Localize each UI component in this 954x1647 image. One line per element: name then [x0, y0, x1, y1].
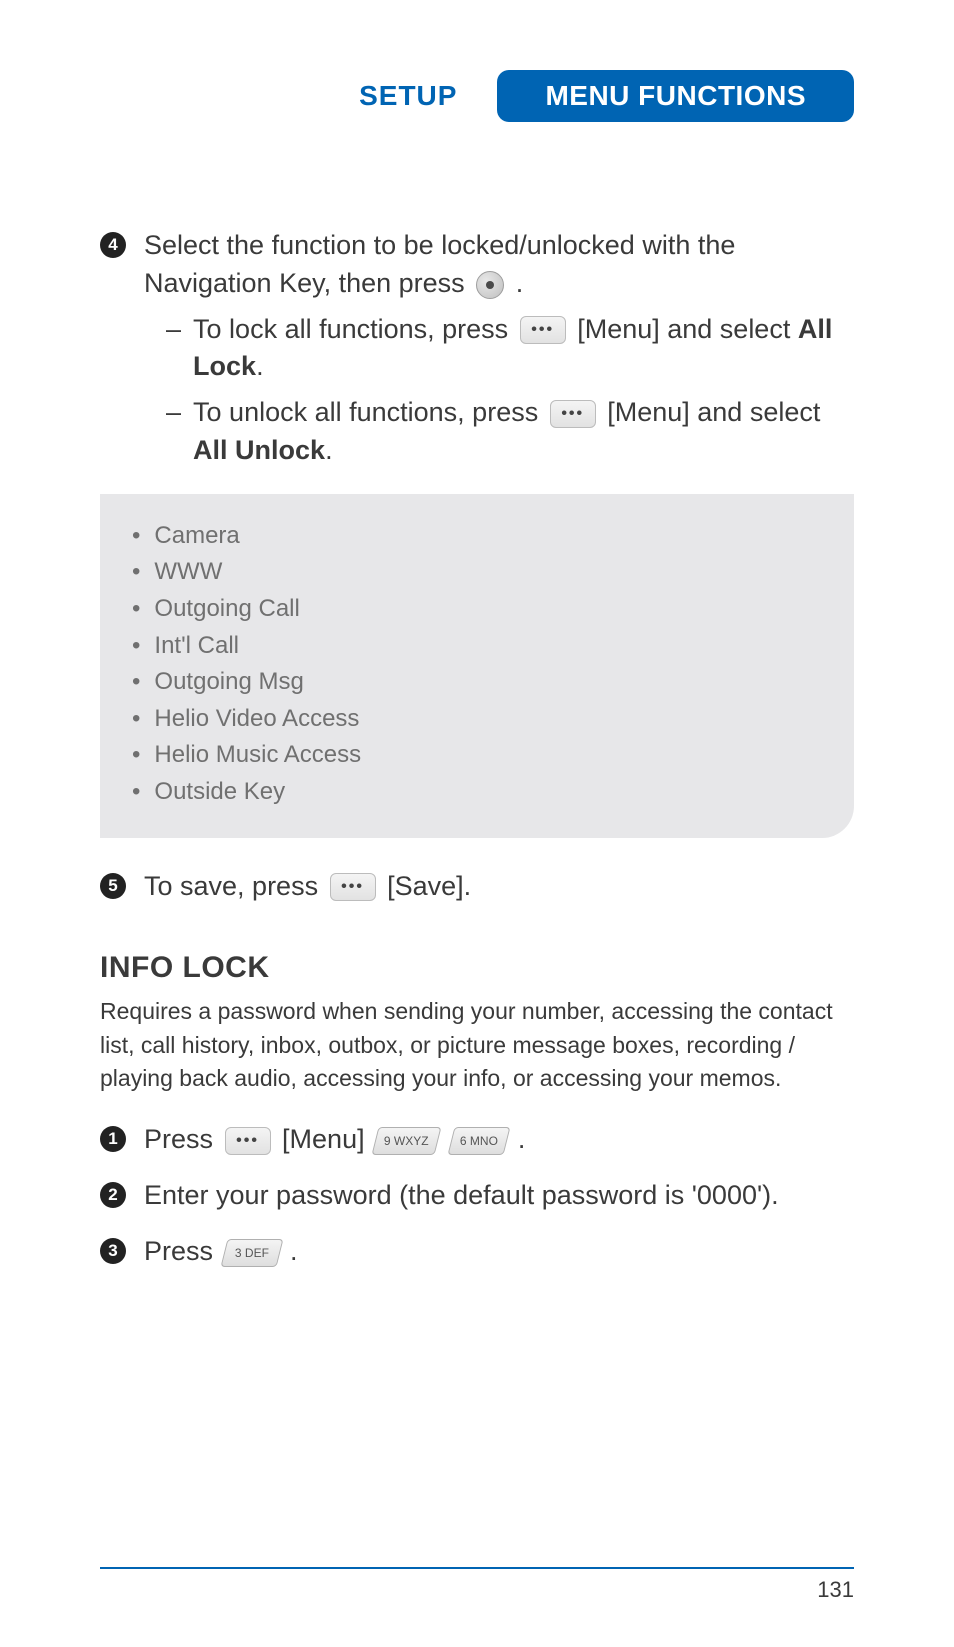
step-5: 5 To save, press ••• [Save]. — [100, 868, 854, 906]
footer-rule — [100, 1567, 854, 1569]
sub1-text-b: [Menu] and select — [577, 314, 798, 344]
sub2-text-c: . — [325, 435, 333, 465]
sub-item-lock-all: – To lock all functions, press ••• [Menu… — [144, 311, 854, 387]
function-item: WWW — [132, 555, 822, 589]
step-4-body: Select the function to be locked/unlocke… — [144, 227, 854, 470]
sub2-text-a: To unlock all functions, press — [193, 397, 546, 427]
key-9-icon: 9 WXYZ — [372, 1127, 442, 1155]
info-step-2-body: Enter your password (the default passwor… — [144, 1177, 779, 1215]
function-item: Camera — [132, 519, 822, 553]
sub-item-unlock-all: – To unlock all functions, press ••• [Me… — [144, 394, 854, 470]
s1-text-c: . — [518, 1124, 526, 1154]
functions-list-box: Camera WWW Outgoing Call Int'l Call Outg… — [100, 494, 854, 838]
menu-key-icon: ••• — [520, 316, 566, 344]
sub1-text-c: . — [256, 351, 264, 381]
step-4-sublist: – To lock all functions, press ••• [Menu… — [144, 311, 854, 470]
sub1-text-a: To lock all functions, press — [193, 314, 516, 344]
s3-text-b: . — [290, 1236, 298, 1266]
step-number-badge-2: 2 — [100, 1182, 126, 1208]
dash-icon: – — [166, 394, 181, 470]
step-number-badge-1: 1 — [100, 1126, 126, 1152]
page-content: 4 Select the function to be locked/unloc… — [100, 227, 854, 1271]
step-4-text-b: . — [516, 268, 524, 298]
menu-functions-pill: MENU FUNCTIONS — [497, 70, 854, 122]
info-step-2: 2 Enter your password (the default passw… — [100, 1177, 854, 1215]
info-lock-description: Requires a password when sending your nu… — [100, 995, 854, 1095]
s1-text-b: [Menu] — [282, 1124, 372, 1154]
info-step-3-body: Press 3 DEF . — [144, 1233, 298, 1271]
function-item: Outside Key — [132, 775, 822, 809]
step-5-body: To save, press ••• [Save]. — [144, 868, 471, 906]
key-6-icon: 6 MNO — [448, 1127, 511, 1155]
function-item: Outgoing Call — [132, 592, 822, 626]
step-number-badge-3: 3 — [100, 1238, 126, 1264]
key-3-icon: 3 DEF — [220, 1239, 283, 1267]
page-number: 131 — [817, 1577, 854, 1603]
save-key-icon: ••• — [330, 873, 376, 901]
menu-key-icon: ••• — [550, 400, 596, 428]
function-item: Outgoing Msg — [132, 665, 822, 699]
all-unlock-label: All Unlock — [193, 435, 325, 465]
page-header: SETUP MENU FUNCTIONS — [100, 70, 854, 122]
step-number-badge-5: 5 — [100, 873, 126, 899]
s1-text-a: Press — [144, 1124, 221, 1154]
dash-icon: – — [166, 311, 181, 387]
setup-label: SETUP — [359, 80, 457, 112]
menu-key-icon: ••• — [225, 1127, 271, 1155]
info-step-1: 1 Press ••• [Menu] 9 WXYZ 6 MNO . — [100, 1121, 854, 1159]
info-lock-heading: INFO LOCK — [100, 947, 854, 989]
step-number-badge-4: 4 — [100, 232, 126, 258]
function-item: Int'l Call — [132, 629, 822, 663]
info-step-3: 3 Press 3 DEF . — [100, 1233, 854, 1271]
step-4-text-a: Select the function to be locked/unlocke… — [144, 230, 735, 298]
step-5-text-b: [Save]. — [387, 871, 471, 901]
step-5-text-a: To save, press — [144, 871, 326, 901]
step-4: 4 Select the function to be locked/unloc… — [100, 227, 854, 470]
function-item: Helio Music Access — [132, 738, 822, 772]
s3-text-a: Press — [144, 1236, 221, 1266]
sub2-text-b: [Menu] and select — [607, 397, 820, 427]
info-step-1-body: Press ••• [Menu] 9 WXYZ 6 MNO . — [144, 1121, 525, 1159]
ok-key-icon — [476, 271, 504, 299]
function-item: Helio Video Access — [132, 702, 822, 736]
